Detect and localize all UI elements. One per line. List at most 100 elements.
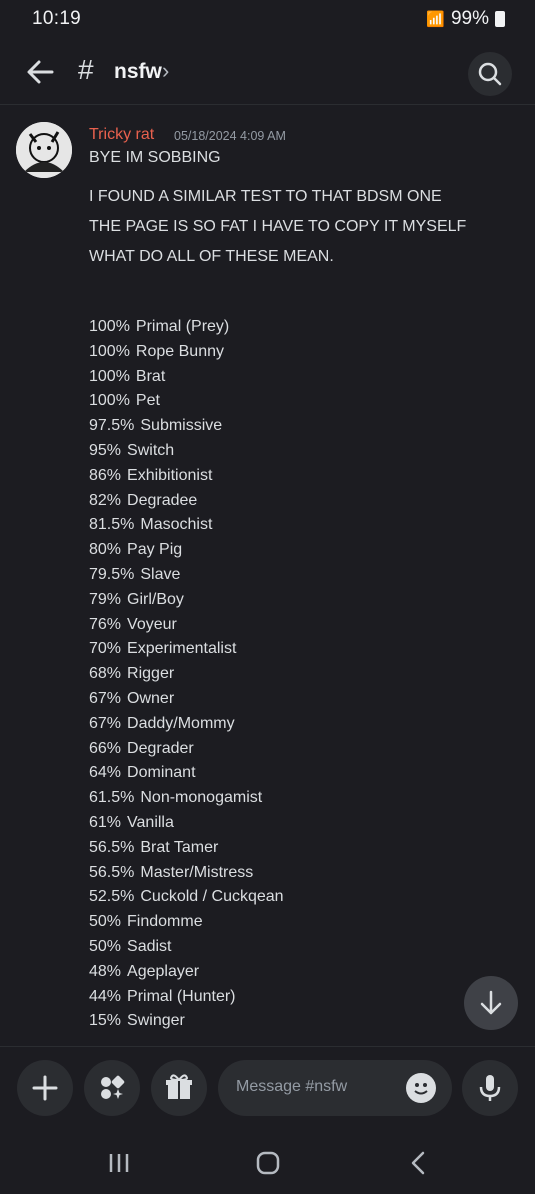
result-item: 79.5% Slave <box>89 566 284 591</box>
result-item: 81.5% Masochist <box>89 516 284 541</box>
add-attachment-button[interactable] <box>17 1060 73 1116</box>
result-item: 100% Brat <box>89 368 284 393</box>
message-input[interactable]: Message #nsfw <box>218 1060 452 1116</box>
result-percent: 79% <box>89 590 122 608</box>
status-bar: 10:19 📶 99% <box>0 0 535 36</box>
search-icon <box>478 62 502 86</box>
gift-icon <box>166 1074 192 1099</box>
result-percent: 95% <box>89 441 122 459</box>
result-item: 100% Pet <box>89 392 284 417</box>
result-percent: 61% <box>89 813 122 831</box>
result-label: Primal (Hunter) <box>127 987 236 1005</box>
status-icons: 📶 99% <box>426 8 505 30</box>
result-item: 79% Girl/Boy <box>89 591 284 616</box>
emoji-icon[interactable] <box>406 1073 436 1103</box>
chevron-right-icon[interactable]: › <box>162 58 169 84</box>
result-item: 48% Ageplayer <box>89 963 284 988</box>
message-line: BYE IM SOBBING <box>89 149 221 166</box>
result-label: Switch <box>127 441 175 459</box>
result-item: 66% Degrader <box>89 740 284 765</box>
result-item: 44% Primal (Hunter) <box>89 988 284 1013</box>
search-button[interactable] <box>468 52 512 96</box>
channel-name[interactable]: nsfw <box>114 60 162 84</box>
result-percent: 100% <box>89 392 130 410</box>
result-item: 67% Daddy/Mommy <box>89 715 284 740</box>
result-item: 56.5% Brat Tamer <box>89 839 284 864</box>
result-item: 76% Voyeur <box>89 616 284 641</box>
result-percent: 79.5% <box>89 565 135 583</box>
result-item: 61% Vanilla <box>89 814 284 839</box>
channel-header: # nsfw › <box>0 40 535 105</box>
message-line: WHAT DO ALL OF THESE MEAN. <box>89 248 334 265</box>
result-item: 97.5% Submissive <box>89 417 284 442</box>
result-item: 50% Findomme <box>89 913 284 938</box>
message-timestamp: 05/18/2024 4:09 AM <box>174 129 286 143</box>
result-label: Degradee <box>127 491 198 509</box>
avatar[interactable] <box>16 122 72 178</box>
result-label: Non-monogamist <box>140 789 263 807</box>
result-percent: 48% <box>89 962 122 980</box>
result-item: 100% Primal (Prey) <box>89 318 284 343</box>
author-name[interactable]: Tricky rat <box>89 126 154 144</box>
result-label: Swinger <box>127 1012 185 1030</box>
result-label: Rigger <box>127 665 175 683</box>
result-percent: 100% <box>89 367 130 385</box>
result-item: 86% Exhibitionist <box>89 467 284 492</box>
system-nav-bar <box>0 1136 535 1194</box>
result-label: Dominant <box>127 764 196 782</box>
result-percent: 86% <box>89 466 122 484</box>
result-item: 52.5% Cuckold / Cuckqean <box>89 888 284 913</box>
result-percent: 64% <box>89 764 122 782</box>
nav-back-icon[interactable] <box>406 1150 432 1176</box>
message-input-placeholder: Message #nsfw <box>236 1078 348 1095</box>
result-label: Daddy/Mommy <box>127 714 235 732</box>
result-label: Cuckold / Cuckqean <box>140 888 284 906</box>
result-item: 67% Owner <box>89 690 284 715</box>
scroll-to-bottom-button[interactable] <box>464 976 518 1030</box>
result-percent: 67% <box>89 689 122 707</box>
result-item: 95% Switch <box>89 442 284 467</box>
gift-button[interactable] <box>151 1060 207 1116</box>
result-percent: 61.5% <box>89 789 135 807</box>
result-label: Vanilla <box>127 813 174 831</box>
result-percent: 81.5% <box>89 516 135 534</box>
result-percent: 50% <box>89 937 122 955</box>
result-item: 56.5% Master/Mistress <box>89 864 284 889</box>
result-label: Ageplayer <box>127 962 200 980</box>
result-label: Pay Pig <box>127 541 183 559</box>
result-label: Primal (Prey) <box>135 318 230 335</box>
battery-percent: 99% <box>450 8 489 29</box>
message-composer: Message #nsfw <box>0 1046 535 1135</box>
apps-button[interactable] <box>84 1060 140 1116</box>
channel-hash-icon: # <box>78 54 94 85</box>
result-label: Degrader <box>127 739 194 757</box>
result-label: Findomme <box>127 913 203 931</box>
result-percent: 70% <box>89 640 122 658</box>
result-percent: 97.5% <box>89 417 135 435</box>
result-label: Masochist <box>140 516 213 534</box>
result-percent: 66% <box>89 739 122 757</box>
result-item: 70% Experimentalist <box>89 640 284 665</box>
result-label: Slave <box>140 565 181 583</box>
results-list: 100% Primal (Prey) 100% Rope Bunny 100% Brat 1… <box>89 318 284 1037</box>
result-label: Rope Bunny <box>135 342 224 360</box>
result-label: Sadist <box>127 937 172 955</box>
result-item: 15% Swinger <box>89 1012 284 1037</box>
result-percent: 50% <box>89 913 122 931</box>
result-percent: 76% <box>89 615 122 633</box>
result-percent: 52.5% <box>89 888 135 906</box>
result-label: Voyeur <box>127 615 177 633</box>
recent-apps-icon[interactable] <box>106 1150 132 1176</box>
status-time: 10:19 <box>32 8 82 29</box>
back-arrow-icon[interactable] <box>22 54 58 90</box>
result-item: 64% Dominant <box>89 764 284 789</box>
result-label: Pet <box>135 392 160 410</box>
result-percent: 80% <box>89 541 122 559</box>
voice-message-button[interactable] <box>462 1060 518 1116</box>
plus-icon <box>32 1075 58 1101</box>
home-icon[interactable] <box>255 1150 281 1176</box>
result-label: Master/Mistress <box>140 863 254 881</box>
result-percent: 56.5% <box>89 838 135 856</box>
result-item: 61.5% Non-monogamist <box>89 789 284 814</box>
result-item: 100% Rope Bunny <box>89 343 284 368</box>
